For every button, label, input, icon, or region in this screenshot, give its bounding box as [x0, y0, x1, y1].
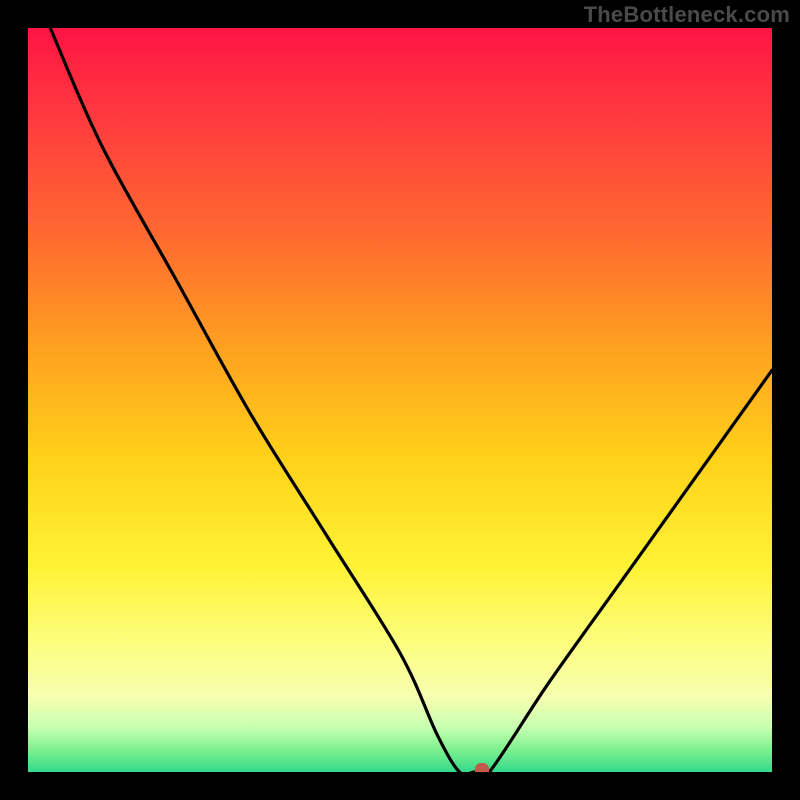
plot-area — [28, 28, 772, 772]
chart-frame: TheBottleneck.com — [0, 0, 800, 800]
bottleneck-curve — [28, 28, 772, 772]
optimal-marker — [475, 763, 489, 772]
watermark-text: TheBottleneck.com — [584, 2, 790, 28]
curve-path — [50, 28, 772, 772]
